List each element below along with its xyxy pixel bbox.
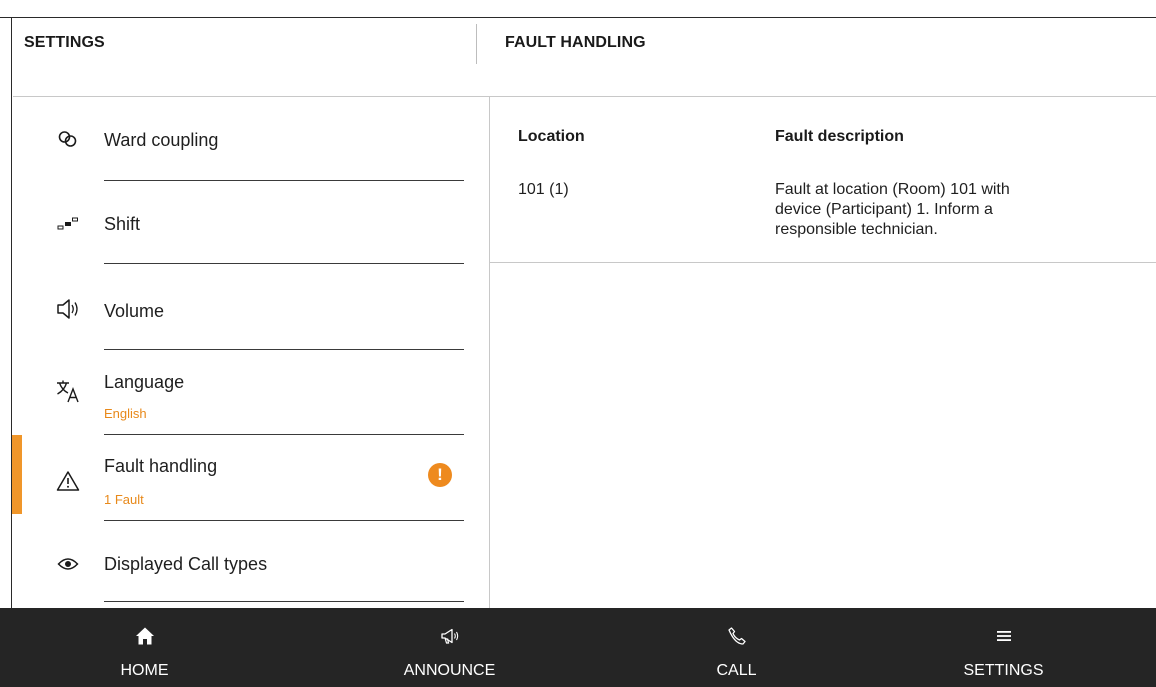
shift-icon	[53, 209, 83, 239]
column-header-location: Location	[518, 128, 585, 145]
nav-label: SETTINGS	[963, 662, 1044, 679]
link-icon	[53, 124, 83, 154]
home-icon	[0, 624, 289, 648]
menu-item-value: 1 Fault	[104, 492, 144, 507]
fault-alert-badge: !	[428, 463, 452, 487]
nav-label: ANNOUNCE	[403, 662, 496, 679]
megaphone-icon	[305, 624, 594, 648]
menu-divider	[104, 601, 464, 602]
description-line: Fault at location (Room) 101 with	[775, 181, 1010, 198]
location-cell: 101 (1)	[518, 181, 569, 198]
warning-icon	[53, 466, 83, 496]
nav-call-button[interactable]: CALL	[592, 608, 881, 687]
nav-settings-button[interactable]: SETTINGS	[859, 608, 1148, 687]
nav-announce-button[interactable]: ANNOUNCE	[305, 608, 594, 687]
menu-item-label: Language	[104, 372, 185, 392]
window-frame-left	[0, 18, 12, 608]
nav-label: HOME	[120, 662, 169, 679]
speaker-icon	[53, 294, 83, 324]
description-line: device (Participant) 1. Inform a	[775, 201, 993, 218]
fault-handling-title: FAULT HANDLING	[505, 34, 646, 51]
description-line: responsible technician.	[775, 221, 938, 238]
menu-item-value: English	[104, 406, 147, 421]
menu-item-displayed-call-types[interactable]: Displayed Call types	[13, 521, 477, 602]
phone-icon	[592, 624, 881, 648]
menu-item-volume[interactable]: Volume	[13, 264, 477, 350]
translate-icon	[53, 376, 83, 406]
column-header-fault-description: Fault description	[775, 128, 904, 145]
nav-home-button[interactable]: HOME	[0, 608, 289, 687]
menu-item-label: Ward coupling	[104, 130, 219, 150]
menu-item-label: Fault handling	[104, 456, 218, 476]
menu-item-label: Volume	[104, 301, 165, 321]
menu-item-fault-handling[interactable]: Fault handling 1 Fault	[13, 435, 477, 521]
menu-icon	[859, 624, 1148, 648]
window-frame-top	[0, 0, 1156, 18]
menu-item-language[interactable]: Language English	[13, 350, 477, 435]
menu-item-ward-coupling[interactable]: Ward coupling	[13, 98, 477, 181]
menu-item-shift[interactable]: Shift	[13, 181, 477, 264]
eye-icon	[53, 549, 83, 579]
header-divider	[476, 24, 477, 64]
bottom-navigation: HOME ANNOUNCE CALL SETTINGS	[0, 608, 1156, 687]
menu-item-label: Displayed Call types	[104, 554, 268, 574]
settings-title: SETTINGS	[24, 34, 105, 51]
row-divider	[490, 262, 1156, 263]
menu-item-label: Shift	[104, 214, 141, 234]
column-divider	[489, 97, 490, 608]
header-row	[13, 19, 1156, 97]
nav-label: CALL	[716, 662, 757, 679]
